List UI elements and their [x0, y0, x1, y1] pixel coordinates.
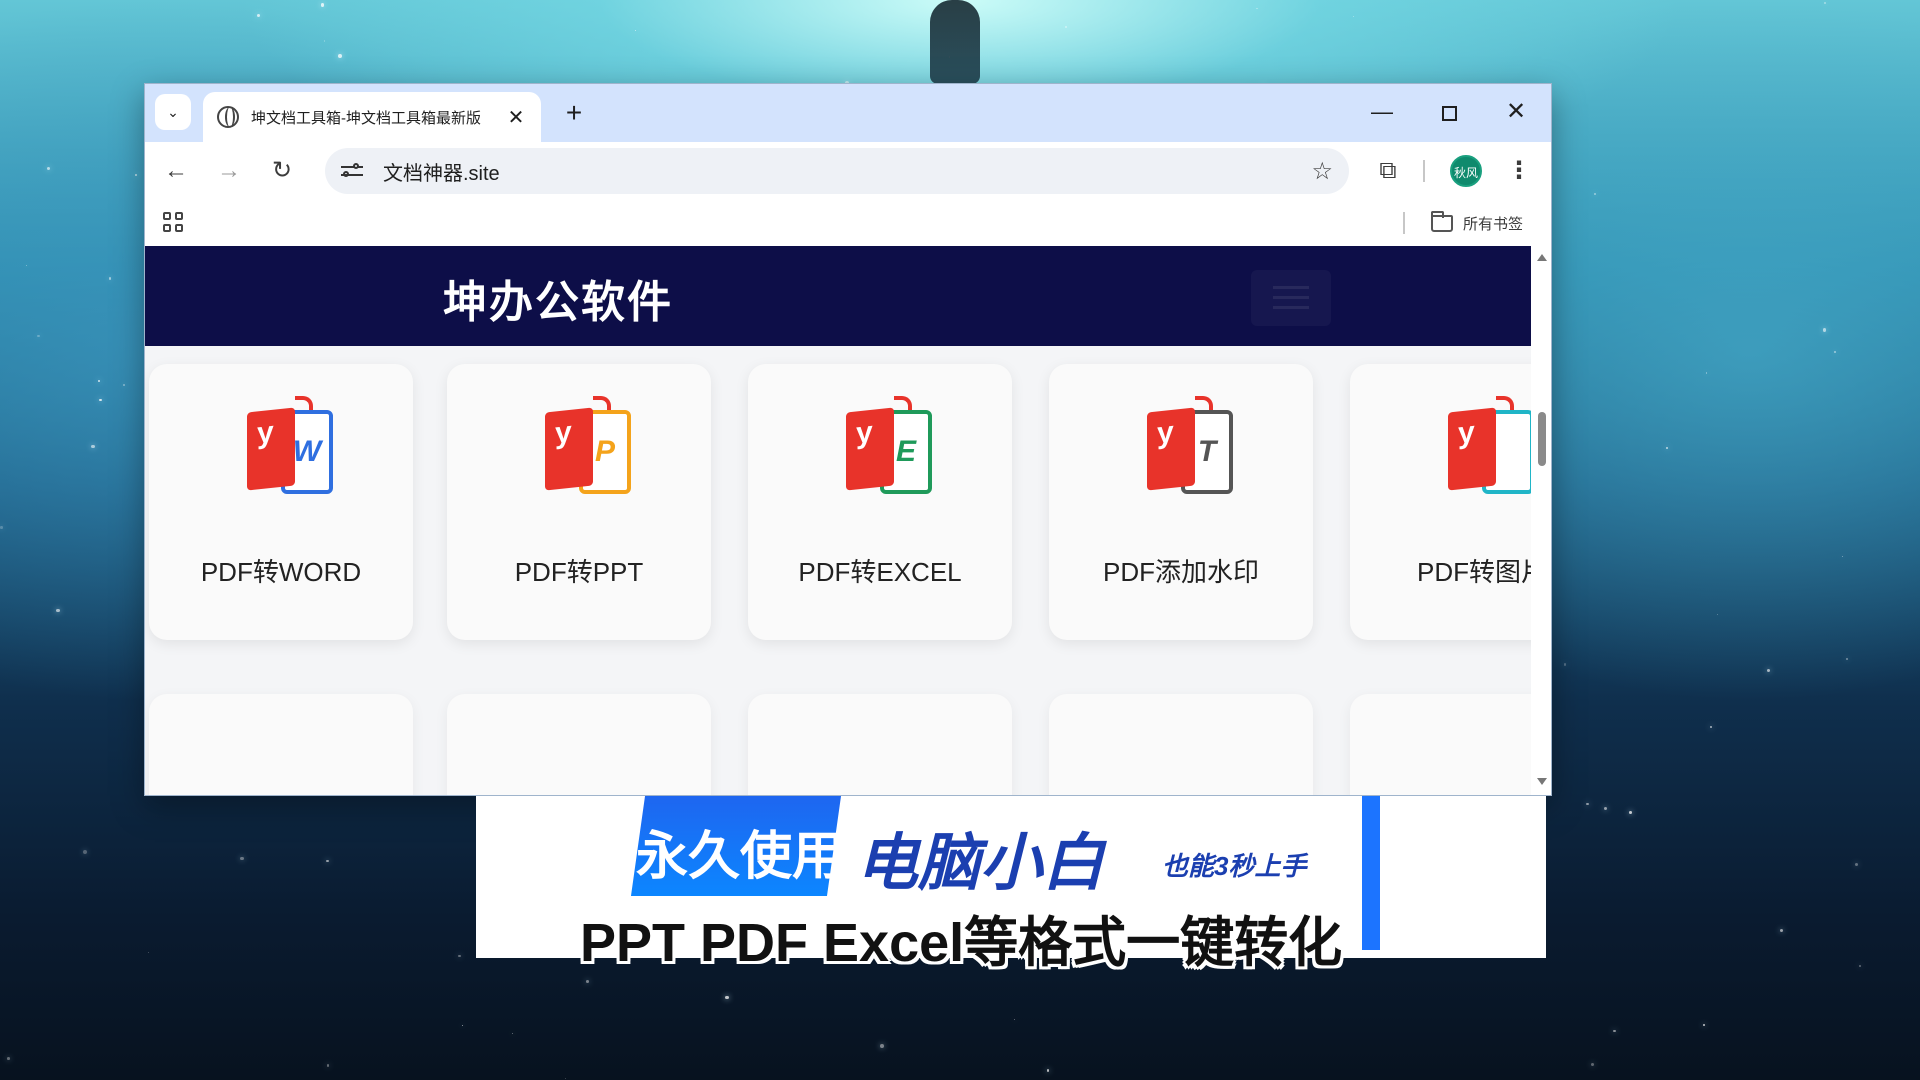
active-tab[interactable]: 坤文档工具箱-坤文档工具箱最新版 ✕: [203, 92, 541, 142]
all-bookmarks-label: 所有书签: [1463, 215, 1524, 233]
tool-card-label: PDF转PPT: [514, 557, 644, 587]
hamburger-menu-button[interactable]: [1251, 270, 1331, 326]
tool-card[interactable]: W PDF转WORD: [149, 364, 413, 640]
video-caption: PPT PDF Excel等格式一键转化: [580, 913, 1343, 973]
banner-accent-bar: [1362, 796, 1380, 950]
tab-bar: ⌄ 坤文档工具箱-坤文档工具箱最新版 ✕ + — ✕: [145, 84, 1551, 142]
site-logo[interactable]: 坤办公软件: [443, 266, 673, 330]
tab-title: 坤文档工具箱-坤文档工具箱最新版: [251, 109, 481, 127]
page-viewport: 坤办公软件 W PDF转WORD P PDF转PPT E PDF转EXCEL T PDF添加水…: [145, 246, 1531, 795]
tab-search-button[interactable]: ⌄: [155, 94, 191, 130]
tool-card-label: PDF转图片: [1416, 557, 1531, 587]
bookmarks-bar: 所有书签: [145, 200, 1551, 246]
tool-card-row2[interactable]: [149, 694, 413, 795]
address-bar[interactable]: 文档神器.site ☆: [325, 148, 1349, 194]
hamburger-line: [1273, 296, 1309, 299]
vertical-scroll-thumb[interactable]: [1538, 412, 1546, 466]
tool-card-label: PDF转WORD: [200, 557, 362, 587]
tool-card[interactable]: T PDF添加水印: [1049, 364, 1313, 640]
chevron-down-icon: ⌄: [167, 103, 179, 120]
tool-card[interactable]: PDF转图片: [1350, 364, 1531, 640]
apps-grid-icon[interactable]: [163, 212, 185, 234]
scroll-up-icon[interactable]: [1537, 254, 1547, 261]
tool-card-row2[interactable]: [1049, 694, 1313, 795]
browser-toolbar: ← → ↻ 文档神器.site ☆ ⧉ 秋风 ⋮: [145, 142, 1551, 200]
banner-blue-text: 永久使用: [636, 828, 845, 886]
browser-window: ⌄ 坤文档工具箱-坤文档工具箱最新版 ✕ + — ✕ ← → ↻ 文档神器.si…: [144, 83, 1552, 796]
site-header: 坤办公软件: [145, 246, 1531, 346]
pdf-convert-icon: W: [247, 396, 337, 496]
forward-button[interactable]: →: [214, 156, 244, 186]
bookmark-star-icon[interactable]: ☆: [1311, 157, 1333, 186]
tool-card[interactable]: P PDF转PPT: [447, 364, 711, 640]
tool-card-row2[interactable]: [447, 694, 711, 795]
scroll-down-icon[interactable]: [1537, 778, 1547, 785]
tool-card-row2[interactable]: [748, 694, 1012, 795]
tool-card-label: PDF转EXCEL: [798, 557, 962, 587]
pdf-convert-icon: T: [1147, 396, 1237, 496]
toolbar-divider: [1423, 160, 1425, 182]
url-text[interactable]: 文档神器.site: [383, 157, 500, 186]
all-bookmarks-button[interactable]: 所有书签: [1431, 210, 1523, 236]
pdf-convert-icon: [1448, 396, 1531, 496]
extensions-icon[interactable]: ⧉: [1373, 156, 1403, 186]
banner-sub-text: 也能3秒上手: [1162, 851, 1307, 881]
profile-avatar[interactable]: 秋风: [1450, 155, 1482, 187]
tool-card[interactable]: E PDF转EXCEL: [748, 364, 1012, 640]
close-window-button[interactable]: ✕: [1501, 98, 1531, 126]
browser-menu-icon[interactable]: ⋮: [1507, 156, 1531, 186]
maximize-button[interactable]: [1434, 98, 1464, 126]
tool-card-row2[interactable]: [1350, 694, 1531, 795]
vertical-scrollbar[interactable]: [1531, 246, 1551, 795]
maximize-icon: [1441, 105, 1457, 121]
globe-icon: [217, 106, 239, 128]
minimize-button[interactable]: —: [1367, 98, 1397, 126]
pdf-convert-icon: P: [545, 396, 635, 496]
hamburger-line: [1273, 306, 1309, 309]
tool-card-label: PDF添加水印: [1102, 557, 1259, 587]
pdf-convert-icon: E: [846, 396, 936, 496]
new-tab-button[interactable]: +: [559, 98, 589, 128]
bookmarks-divider: [1403, 212, 1405, 234]
banner-main-text: 电脑小白: [856, 826, 1105, 899]
hamburger-line: [1273, 286, 1309, 289]
back-button[interactable]: ←: [161, 156, 191, 186]
tab-close-icon[interactable]: ✕: [505, 105, 527, 130]
folder-icon: [1431, 210, 1453, 232]
site-info-icon[interactable]: [341, 161, 365, 181]
background-figure: [930, 0, 980, 84]
reload-button[interactable]: ↻: [267, 156, 297, 186]
